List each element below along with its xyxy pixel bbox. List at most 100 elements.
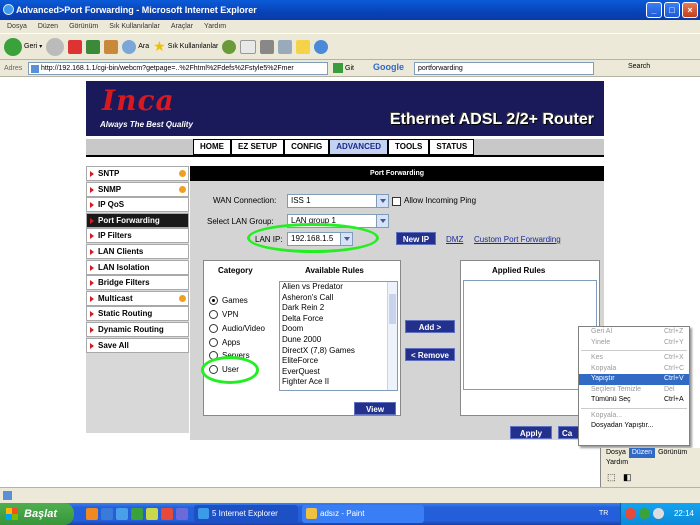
sidebar-item-lan-clients[interactable]: LAN Clients	[86, 243, 189, 259]
sidebar-item-multicast[interactable]: Multicast	[86, 290, 189, 306]
sidebar-item-static-routing[interactable]: Static Routing	[86, 306, 189, 322]
folder-icon[interactable]	[296, 39, 311, 54]
menu-item-0[interactable]: Dosya	[7, 20, 27, 33]
minimize-button[interactable]: _	[646, 2, 662, 18]
remove-rule-button[interactable]: < Remove	[405, 348, 455, 361]
edit-icon[interactable]	[278, 39, 293, 54]
quick-launch-ie-icon[interactable]	[101, 508, 113, 520]
radio-button[interactable]	[209, 310, 218, 319]
favorites-button[interactable]: ★ Sık Kullanılanlar	[153, 38, 218, 55]
context-menu-item[interactable]: Tümünü Seç Ctrl+A	[579, 395, 689, 406]
category-vpn[interactable]: VPN	[209, 310, 238, 319]
quick-launch-firefox-icon[interactable]	[86, 508, 98, 520]
history-icon[interactable]	[222, 39, 237, 54]
maximize-button[interactable]: □	[664, 2, 680, 18]
start-button[interactable]: Başlat	[0, 503, 74, 525]
list-item[interactable]: Dark Rein 2	[280, 303, 397, 314]
cancel-button[interactable]: Ca	[558, 426, 580, 439]
messenger-icon[interactable]	[314, 39, 329, 54]
menu-item-2[interactable]: Görünüm	[69, 20, 98, 33]
stop-icon[interactable]	[68, 39, 83, 54]
scrollbar-thumb[interactable]	[389, 294, 396, 324]
category-audio-video[interactable]: Audio/Video	[209, 324, 265, 333]
sidebar-item-snmp[interactable]: SNMP	[86, 181, 189, 197]
menu-item-1[interactable]: Düzen	[38, 20, 58, 33]
radio-button[interactable]	[209, 324, 218, 333]
list-item[interactable]: EliteForce	[280, 356, 397, 367]
list-item[interactable]: Fighter Ace II	[280, 377, 397, 388]
sidebar-item-sntp[interactable]: SNTP	[86, 166, 189, 181]
new-ip-button[interactable]: New IP	[396, 232, 436, 245]
sidebar-item-ip-filters[interactable]: IP Filters	[86, 228, 189, 244]
nav-tab-status[interactable]: STATUS	[429, 139, 475, 155]
menu-item-3[interactable]: Sık Kullanılanlar	[109, 20, 160, 33]
nav-tab-ez-setup[interactable]: EZ SETUP	[231, 139, 285, 155]
quick-launch-desktop-icon[interactable]	[116, 508, 128, 520]
back-button[interactable]: Geri ▾	[4, 37, 42, 56]
radio-button[interactable]	[209, 338, 218, 347]
address-input[interactable]: http://192.168.1.1/cgi-bin/webcm?getpage…	[28, 62, 328, 75]
clock[interactable]: 22:14	[674, 509, 694, 518]
sidebar-item-bridge-filters[interactable]: Bridge Filters	[86, 275, 189, 291]
list-item[interactable]: Alien vs Predator	[280, 282, 397, 293]
nav-tab-home[interactable]: HOME	[193, 139, 231, 155]
applied-rules-list[interactable]	[463, 280, 597, 390]
close-button[interactable]: ×	[682, 2, 698, 18]
nav-tab-tools[interactable]: TOOLS	[387, 139, 430, 155]
window-title-bar[interactable]: Advanced>Port Forwarding - Microsoft Int…	[0, 0, 700, 20]
quick-launch-app3-icon[interactable]	[176, 508, 188, 520]
list-item[interactable]: EverQuest	[280, 367, 397, 378]
available-rules-list[interactable]: Alien vs Predator Asheron's Call Dark Rein…	[279, 281, 398, 391]
list-item[interactable]: Dune 2000	[280, 335, 397, 346]
dmz-link[interactable]: DMZ	[446, 235, 463, 244]
google-search-button[interactable]: Search	[628, 63, 650, 70]
menu-item-5[interactable]: Yardım	[204, 20, 226, 33]
category-apps[interactable]: Apps	[209, 338, 240, 347]
tray-network-icon[interactable]	[639, 508, 650, 519]
forward-arrow-icon[interactable]	[46, 37, 65, 56]
mail-icon[interactable]	[240, 39, 257, 54]
nav-tab-config[interactable]: CONFIG	[284, 139, 330, 155]
sidebar-item-dynamic-routing[interactable]: Dynamic Routing	[86, 321, 189, 337]
eraser-icon[interactable]: ◧	[623, 472, 632, 483]
go-button[interactable]: Git	[333, 63, 354, 73]
sidebar-item-lan-isolation[interactable]: LAN Isolation	[86, 259, 189, 275]
apply-button[interactable]: Apply	[510, 426, 552, 439]
paint-menu-item[interactable]: Görünüm	[655, 448, 690, 458]
refresh-icon[interactable]	[86, 39, 101, 54]
list-item[interactable]: Asheron's Call	[280, 293, 397, 304]
custom-port-forwarding-link[interactable]: Custom Port Forwarding	[474, 235, 561, 244]
print-icon[interactable]	[260, 39, 275, 54]
quick-launch-media-icon[interactable]	[131, 508, 143, 520]
paint-menu-help[interactable]: Yardım	[603, 458, 631, 468]
sidebar-item-save-all[interactable]: Save All	[86, 337, 189, 353]
add-rule-button[interactable]: Add >	[405, 320, 455, 333]
category-games[interactable]: Games	[209, 296, 248, 305]
list-item[interactable]: Doom	[280, 324, 397, 335]
list-item[interactable]: Delta Force	[280, 314, 397, 325]
view-button[interactable]: View	[354, 402, 396, 415]
quick-launch-app2-icon[interactable]	[161, 508, 173, 520]
select-tool-icon[interactable]: ⬚	[607, 472, 616, 483]
tray-volume-icon[interactable]	[653, 508, 664, 519]
sidebar-item-port-forwarding[interactable]: Port Forwarding	[86, 212, 189, 228]
language-indicator[interactable]: TR	[599, 510, 608, 517]
taskbar-item-ie[interactable]: 5 Internet Explorer	[194, 505, 298, 523]
tray-antivirus-icon[interactable]	[625, 508, 636, 519]
context-menu-item[interactable]: Yapıştır Ctrl+V	[579, 374, 689, 385]
google-search-input[interactable]: portforwarding	[414, 62, 594, 75]
nav-tab-advanced[interactable]: ADVANCED	[329, 139, 388, 155]
paint-menu-item[interactable]: Dosya	[603, 448, 629, 458]
scrollbar[interactable]	[387, 282, 397, 390]
quick-launch-app-icon[interactable]	[146, 508, 158, 520]
wan-connection-select[interactable]: ISS 1	[287, 194, 389, 208]
sidebar-item-ip-qos[interactable]: IP QoS	[86, 197, 189, 213]
google-logo[interactable]: Google	[373, 62, 404, 72]
taskbar-item-paint[interactable]: adsız - Paint	[302, 505, 424, 523]
list-item[interactable]: DirectX (7,8) Games	[280, 346, 397, 357]
context-menu-item[interactable]: Dosyadan Yapıştır...	[579, 421, 689, 432]
menu-item-4[interactable]: Araçlar	[171, 20, 193, 33]
paint-menu-item[interactable]: Düzen	[628, 448, 656, 458]
allow-ping-checkbox[interactable]	[392, 197, 401, 206]
radio-button[interactable]	[209, 296, 218, 305]
